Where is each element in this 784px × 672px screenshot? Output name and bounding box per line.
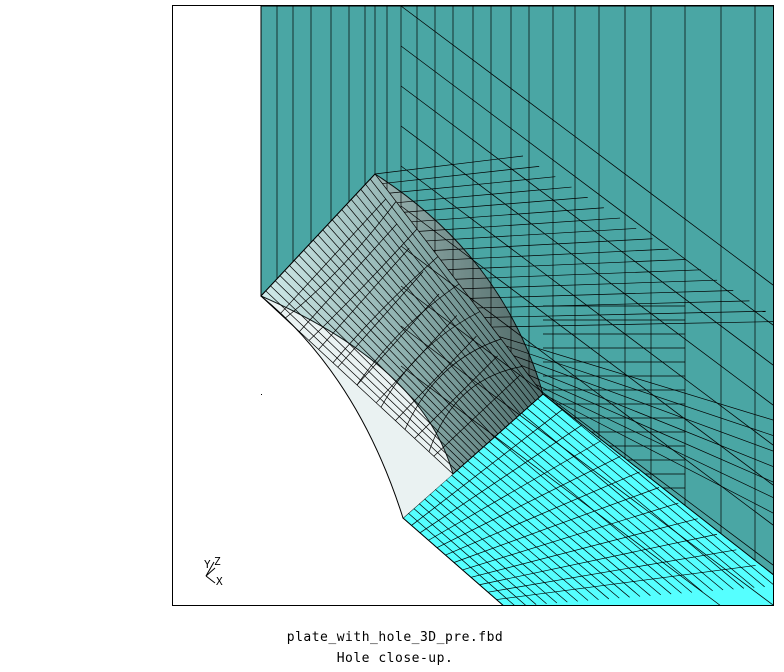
triad-z-label: Z <box>214 555 221 568</box>
graphics-viewport[interactable]: Y Z X <box>172 5 774 606</box>
coordinate-triad: Y Z X <box>204 555 223 588</box>
node-marker <box>261 394 262 395</box>
view-description: Hole close-up. <box>336 651 454 666</box>
model-filename: plate_with_hole_3D_pre.fbd <box>286 630 504 645</box>
mesh-scene: Y Z X <box>204 6 773 605</box>
triad-x-label: X <box>216 575 223 588</box>
triad-y-label: Y <box>204 558 211 571</box>
